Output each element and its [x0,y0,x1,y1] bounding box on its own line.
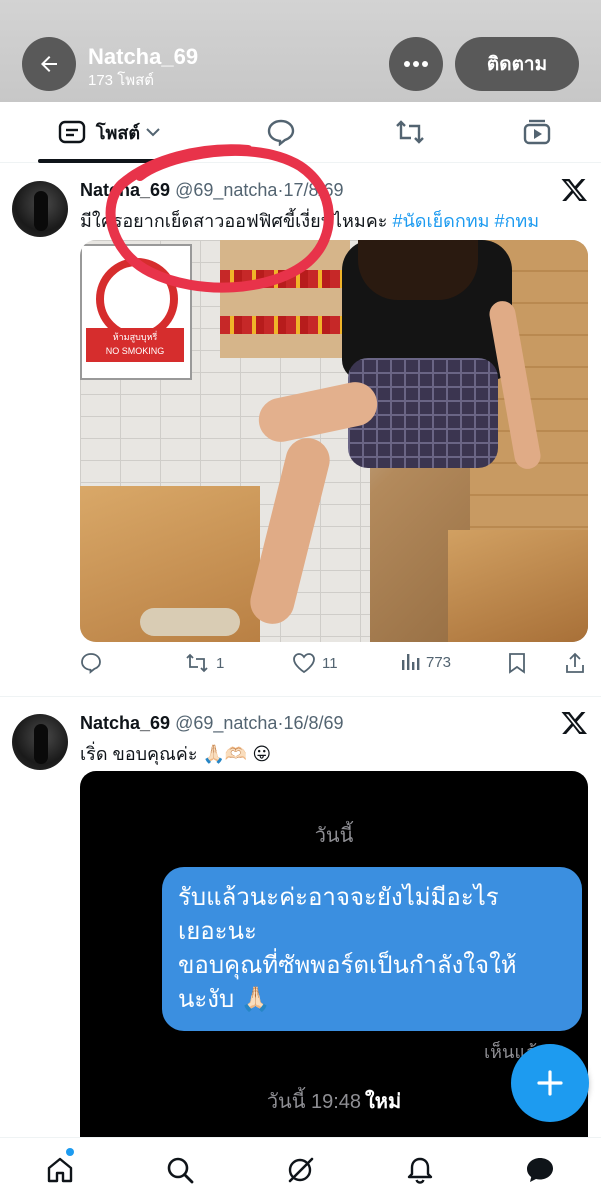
like-button[interactable]: 11 [292,652,338,674]
tweet-author-name[interactable]: Natcha_69 [80,180,170,200]
tweet-author-handle[interactable]: @69_natcha [175,713,277,733]
chat-time-text: วันนี้ 19:48 [266,1091,362,1113]
photo-table-right [448,530,588,642]
tweet-item[interactable]: Natcha_69 @69_natcha·16/8/69 เริ่ด ขอบคุ… [0,697,601,1137]
heart-icon [293,653,315,674]
sign-line-thai: ห้ามสูบบุหรี่ [112,332,158,342]
tweet-header: Natcha_69 @69_natcha·16/8/69 [80,713,344,734]
chat-line: นะงับ 🙏🏻 [178,986,271,1013]
reply-icon [267,119,295,146]
search-icon [167,1157,194,1184]
photo-person-hair [358,240,478,300]
tab-active-indicator [38,159,180,163]
nav-messages[interactable] [520,1150,560,1190]
no-smoking-sign: ห้ามสูบบุหรี่ NO SMOKING [80,244,192,380]
bookmark-button[interactable] [508,652,526,674]
no-smoking-label: ห้ามสูบบุหรี่ NO SMOKING [86,328,184,362]
views-button[interactable]: 773 [400,652,451,672]
arrow-left-icon [41,56,57,72]
plus-icon [537,1070,563,1096]
sign-line-en: NO SMOKING [105,346,165,356]
posts-icon [58,120,86,144]
tweet-author-handle[interactable]: @69_natcha [175,180,277,200]
bar-chart-icon [402,654,420,670]
photo-person-shoe [140,608,240,636]
chat-date-label: วันนี้ [314,825,354,847]
avatar[interactable] [12,714,68,770]
photo-shelf-row [220,316,350,334]
nav-notifications[interactable] [400,1150,440,1190]
profile-tabs: โพสต์ [0,102,601,163]
repost-button[interactable]: 1 [184,652,224,674]
tweet-date[interactable]: 16/8/69 [283,713,343,733]
tab-posts[interactable]: โพสต์ [38,102,180,162]
chevron-down-icon [146,128,160,137]
home-notification-dot [66,1148,74,1156]
tweet-item[interactable]: Natcha_69 @69_natcha·17/8/69 มีใครอยากเย… [0,164,601,697]
profile-header: Natcha_69 173 โพสต์ ติดตาม [0,0,601,102]
chat-line: รับแล้วนะค่ะอาจจะยังไม่มีอะไร [178,884,499,911]
nav-grok[interactable] [280,1150,320,1190]
chat-line: ขอบคุณที่ซัพพอร์ตเป็นกำลังใจให้ [178,952,517,979]
nav-home[interactable] [40,1150,80,1190]
avatar[interactable] [12,181,68,237]
follow-button[interactable]: ติดตาม [455,37,579,91]
compose-button[interactable] [511,1044,589,1122]
share-icon [566,652,584,673]
repost-count: 1 [216,654,225,672]
bookmark-icon [509,653,525,674]
tweet-date[interactable]: 17/8/69 [283,180,343,200]
repost-icon [186,653,208,673]
x-logo-icon [561,712,587,734]
tweet-author-name[interactable]: Natcha_69 [80,713,170,733]
reply-button[interactable] [80,652,108,674]
chat-message-bubble: รับแล้วนะค่ะอาจจะยังไม่มีอะไร เยอะนะ ขอบ… [162,867,582,1031]
hashtag-link[interactable]: #นัดเย็ดกทม [392,211,489,231]
chat-bubble-icon [527,1158,553,1182]
tab-replies[interactable] [256,102,306,162]
nav-search[interactable] [160,1150,200,1190]
view-count: 773 [426,653,452,671]
profile-name: Natcha_69 [88,44,199,69]
post-count: 173 โพสต์ [88,72,155,89]
video-icon [523,119,551,145]
like-count: 11 [322,654,338,672]
more-horizontal-icon [404,61,428,67]
photo-shelf-row [220,270,350,288]
home-icon [47,1157,73,1183]
chat-line: เยอะนะ [178,918,257,945]
more-button[interactable] [389,37,443,91]
share-button[interactable] [564,652,586,674]
photo-shelf [220,240,350,358]
hashtag-link[interactable]: #กทม [495,211,540,231]
chat-new-label: ใหม่ [365,1091,402,1113]
tweet-text: เริ่ด ขอบคุณค่ะ 🙏🏻🫶🏻 😛 [80,744,272,764]
tab-reposts[interactable] [385,102,435,162]
tweet-text: มีใครอยากเย็ดสาวออฟฟิศขี้เงี่ยนไหมคะ #นั… [80,206,539,235]
tweet-header: Natcha_69 @69_natcha·17/8/69 [80,180,344,201]
bottom-navigation [0,1137,601,1201]
grok-icon [288,1157,314,1183]
bell-icon [407,1157,433,1184]
x-logo-icon [561,179,587,201]
tab-posts-label: โพสต์ [95,122,141,143]
tab-media[interactable] [512,102,562,162]
tweet-actions: 1 11 773 [80,652,588,680]
back-button[interactable] [22,37,76,91]
repost-icon [396,120,424,144]
tweet-body: มีใครอยากเย็ดสาวออฟฟิศขี้เงี่ยนไหมคะ [80,211,393,231]
tweet-photo[interactable]: ห้ามสูบบุหรี่ NO SMOKING [80,240,588,642]
reply-icon [81,653,101,674]
